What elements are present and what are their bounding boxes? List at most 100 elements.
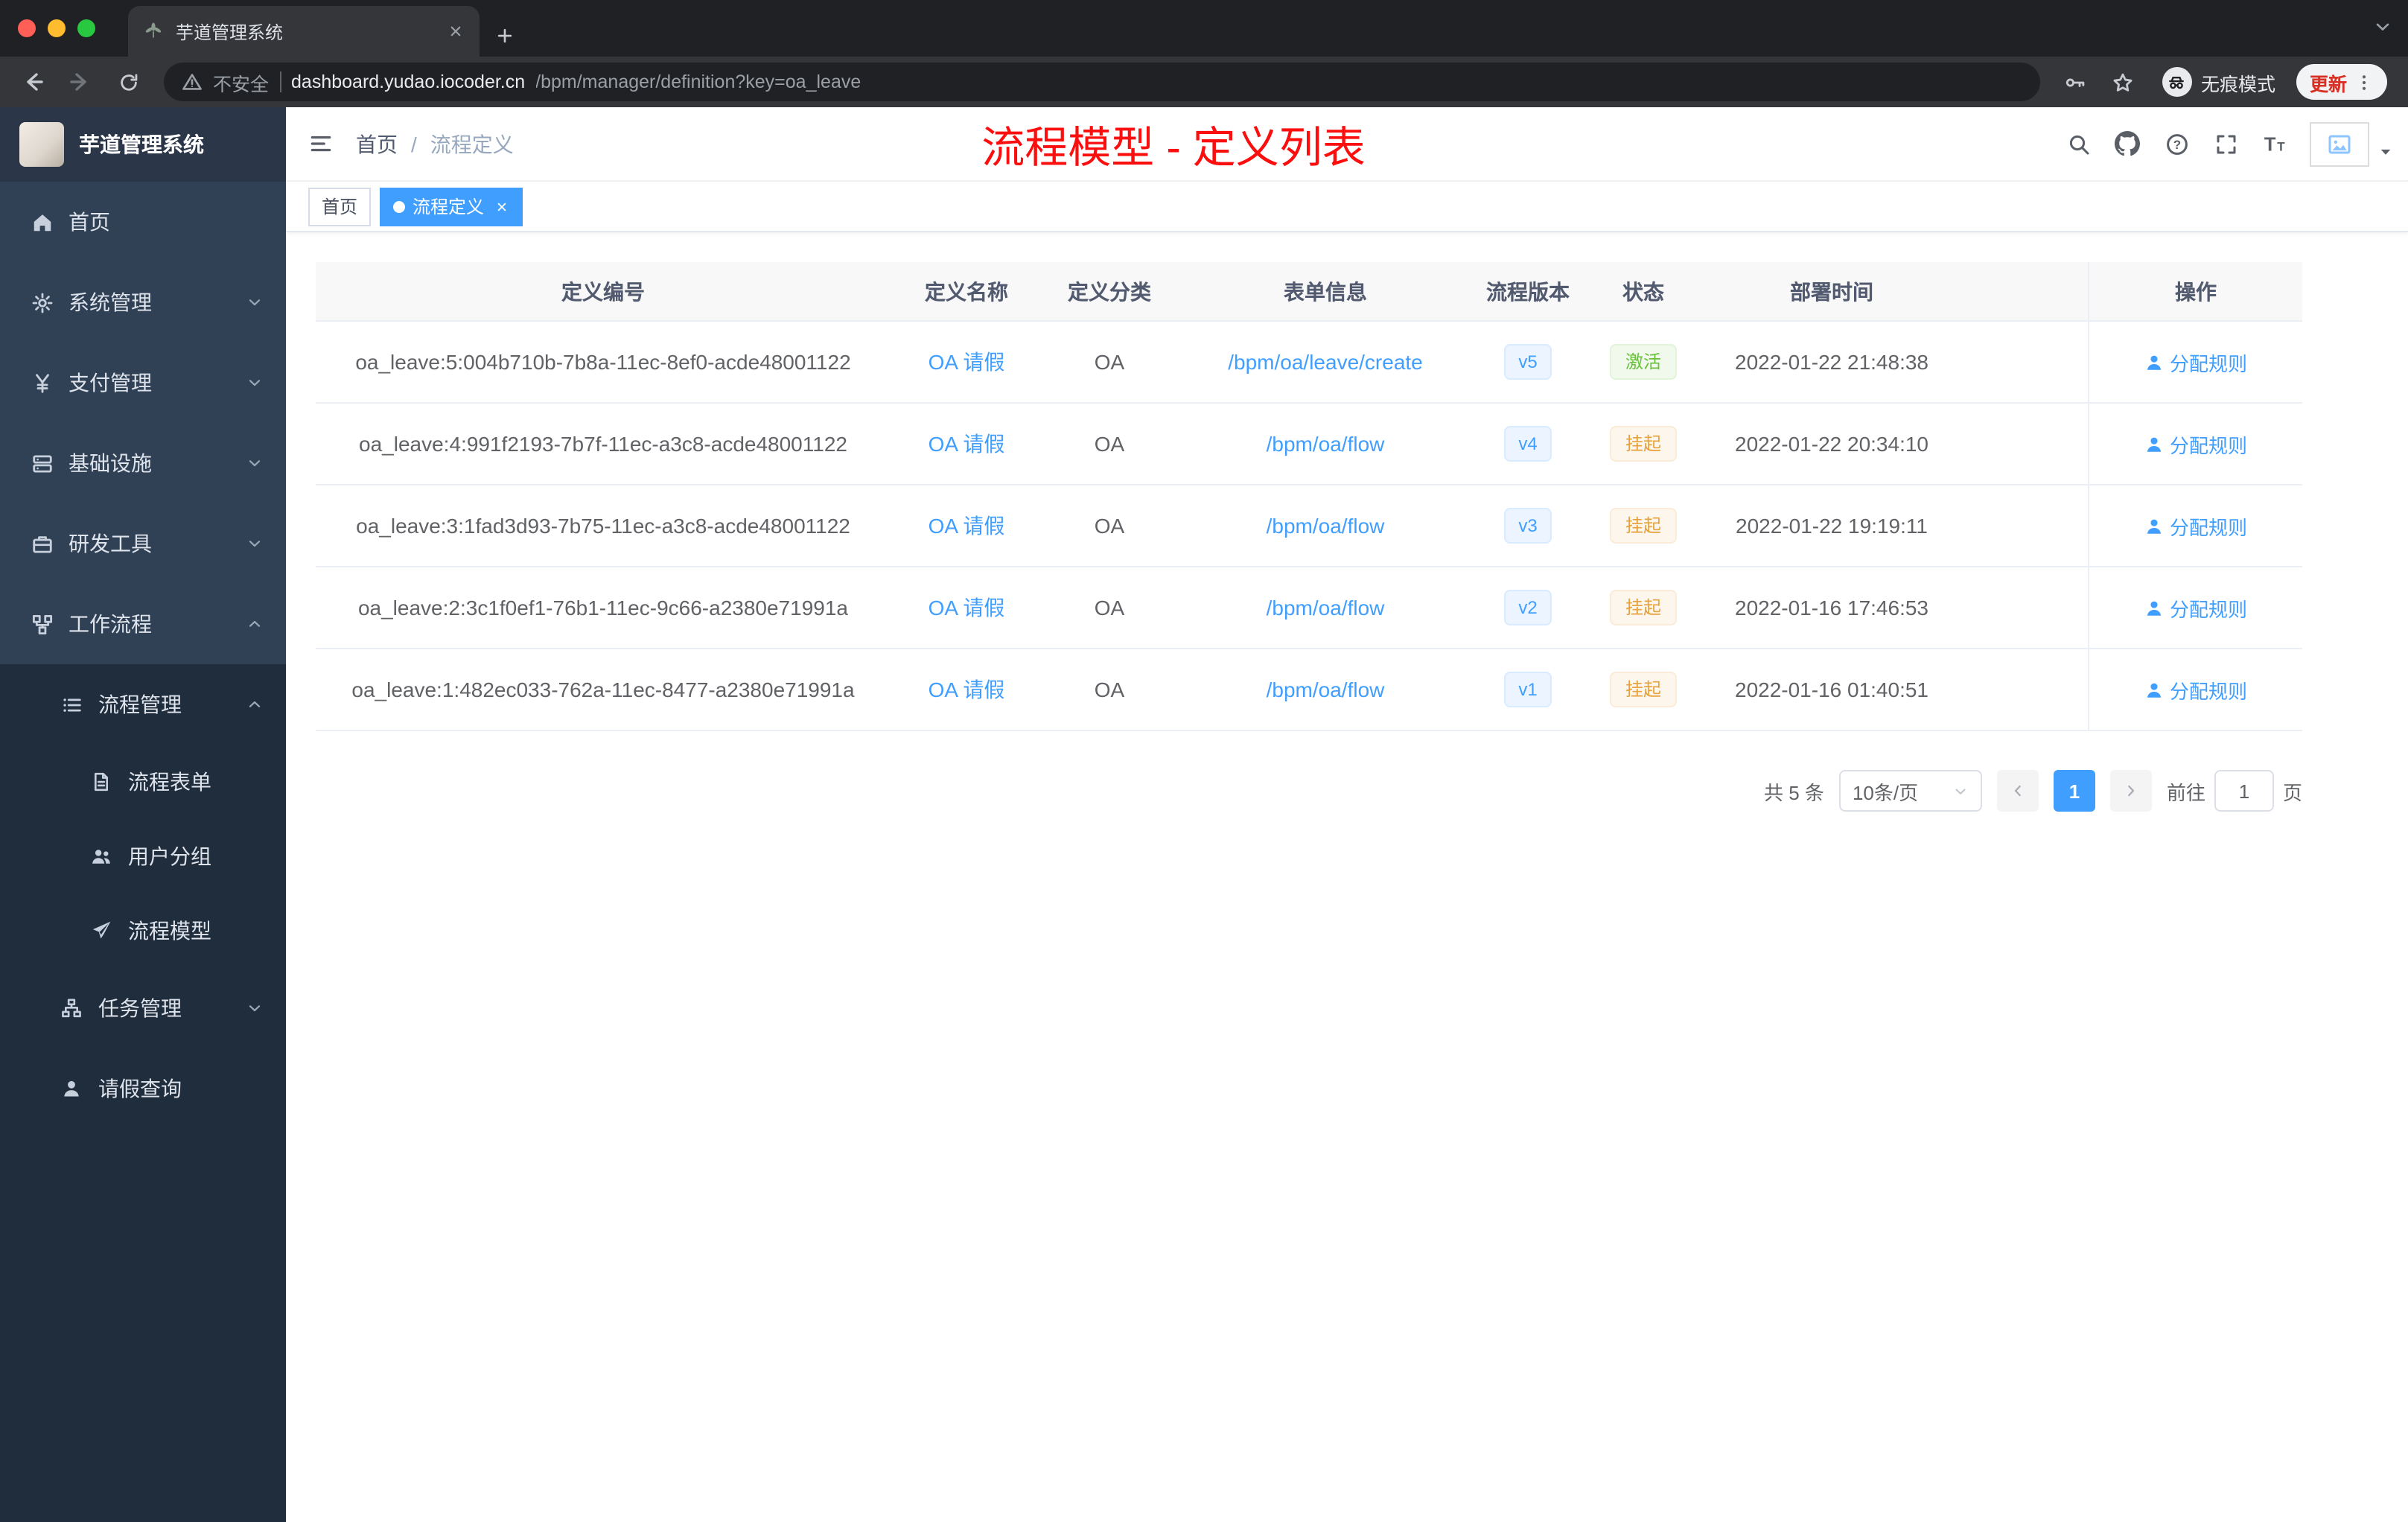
page-size-select[interactable]: 10条/页 xyxy=(1838,770,1982,812)
password-key-icon[interactable] xyxy=(2055,63,2097,101)
logo-title: 芋道管理系统 xyxy=(79,133,204,156)
definition-name-link[interactable]: OA 请假 xyxy=(929,678,1005,701)
window-close-button[interactable] xyxy=(18,19,36,37)
new-tab-button[interactable] xyxy=(494,25,515,46)
table-row: oa_leave:5:004b710b-7b8a-11ec-8ef0-acde4… xyxy=(316,322,2302,404)
tab-title: 芋道管理系统 xyxy=(176,22,284,42)
back-button[interactable] xyxy=(12,63,54,101)
tag-close-icon[interactable] xyxy=(494,199,509,214)
font-size-button[interactable]: TT xyxy=(2252,120,2298,168)
navbar-tools: ? TT xyxy=(2055,120,2408,168)
assign-rule-button[interactable]: 分配规则 xyxy=(2144,430,2247,458)
form-info-link[interactable]: /bpm/oa/flow xyxy=(1267,596,1385,620)
sidebar-item-process-management[interactable]: 流程管理 xyxy=(0,664,286,745)
sidebar-item-system-management[interactable]: 系统管理 xyxy=(0,262,286,343)
table-body: oa_leave:5:004b710b-7b8a-11ec-8ef0-acde4… xyxy=(316,322,2302,731)
definition-name-link[interactable]: OA 请假 xyxy=(929,596,1005,620)
sidebar-item-workflow[interactable]: 工作流程 xyxy=(0,584,286,664)
app-frame: 芋道管理系统 首页 系统管理 支付管理 基础设施 研发工具 工作流程 流程管理 … xyxy=(0,107,2408,1522)
sidebar-item-label: 流程表单 xyxy=(128,770,211,794)
assign-rule-button[interactable]: 分配规则 xyxy=(2144,675,2247,704)
definition-name-link[interactable]: OA 请假 xyxy=(929,514,1005,538)
column-header-operation: 操作 xyxy=(2088,262,2302,322)
github-button[interactable] xyxy=(2104,120,2150,168)
address-bar[interactable]: 不安全 dashboard.yudao.iocoder.cn/bpm/manag… xyxy=(164,63,2040,101)
tag-home[interactable]: 首页 xyxy=(308,187,372,226)
forward-button[interactable] xyxy=(60,63,101,101)
form-info-link[interactable]: /bpm/oa/flow xyxy=(1267,678,1385,701)
sidebar-item-label: 支付管理 xyxy=(69,371,152,395)
page-goto-input[interactable] xyxy=(2214,770,2274,812)
browser-tab-strip: 芋道管理系统 xyxy=(0,0,2408,57)
status-tag: 激活 xyxy=(1610,344,1676,380)
sidebar-item-task-management[interactable]: 任务管理 xyxy=(0,968,286,1048)
next-page-button[interactable] xyxy=(2109,770,2152,812)
form-info-link[interactable]: /bpm/oa/flow xyxy=(1267,514,1385,538)
browser-update-button[interactable]: 更新 xyxy=(2296,64,2387,100)
list-icon xyxy=(60,693,83,716)
sidebar-item-home[interactable]: 首页 xyxy=(0,182,286,262)
sidebar-item-process-model[interactable]: 流程模型 xyxy=(0,894,286,968)
breadcrumb-home[interactable]: 首页 xyxy=(356,129,398,159)
gear-icon xyxy=(30,291,54,313)
active-dot xyxy=(393,200,406,212)
favicon-leaf-icon xyxy=(145,22,162,38)
current-page-button[interactable]: 1 xyxy=(2053,770,2095,812)
window-controls xyxy=(0,0,113,57)
sidebar-item-dev-tools[interactable]: 研发工具 xyxy=(0,503,286,584)
breadcrumb-current: 流程定义 xyxy=(430,132,514,156)
help-button[interactable]: ? xyxy=(2153,120,2200,168)
assign-rule-button[interactable]: 分配规则 xyxy=(2144,593,2247,622)
sidebar-item-leave-query[interactable]: 请假查询 xyxy=(0,1048,286,1129)
caret-down-icon[interactable] xyxy=(2372,129,2393,159)
sidebar-item-label: 工作流程 xyxy=(69,612,152,636)
sidebar-item-payment-management[interactable]: 支付管理 xyxy=(0,343,286,423)
definition-category-cell: OA xyxy=(1042,567,1176,649)
reload-button[interactable] xyxy=(107,63,149,101)
window-minimize-button[interactable] xyxy=(48,19,66,37)
url-host: dashboard.yudao.iocoder.cn xyxy=(291,71,526,92)
browser-tab[interactable]: 芋道管理系统 xyxy=(128,6,480,57)
sidebar-item-infrastructure[interactable]: 基础设施 xyxy=(0,423,286,503)
sidebar-item-label: 首页 xyxy=(69,210,110,234)
window-zoom-button[interactable] xyxy=(77,19,95,37)
goto-page: 前往 页 xyxy=(2167,770,2302,812)
form-info-link[interactable]: /bpm/oa/leave/create xyxy=(1228,350,1423,374)
column-header-spacer xyxy=(1958,262,2088,322)
tab-close-icon[interactable] xyxy=(447,22,465,40)
prev-page-button[interactable] xyxy=(1996,770,2039,812)
column-header-process-version: 流程版本 xyxy=(1474,262,1582,322)
sidebar-item-user-group[interactable]: 用户分组 xyxy=(0,819,286,894)
column-header-form-info: 表单信息 xyxy=(1176,262,1474,322)
assign-rule-button[interactable]: 分配规则 xyxy=(2144,348,2247,376)
status-tag: 挂起 xyxy=(1610,426,1676,462)
definition-name-link[interactable]: OA 请假 xyxy=(929,350,1005,374)
tab-search-caret-icon[interactable] xyxy=(2372,16,2393,37)
tag-process-definition[interactable]: 流程定义 xyxy=(380,187,523,226)
search-button[interactable] xyxy=(2055,120,2101,168)
version-tag: v5 xyxy=(1503,344,1552,380)
incognito-icon xyxy=(2162,67,2192,97)
kebab-menu-icon[interactable] xyxy=(2354,72,2374,92)
incognito-indicator: 无痕模式 xyxy=(2150,67,2287,97)
fullscreen-button[interactable] xyxy=(2202,120,2249,168)
spacer-cell xyxy=(1958,485,2088,567)
assign-rule-button[interactable]: 分配规则 xyxy=(2144,512,2247,540)
bookmark-star-icon[interactable] xyxy=(2103,63,2144,101)
paper-plane-icon xyxy=(89,920,113,941)
avatar[interactable] xyxy=(2310,121,2369,166)
table-row: oa_leave:2:3c1f0ef1-76b1-11ec-9c66-a2380… xyxy=(316,567,2302,649)
definition-category-cell: OA xyxy=(1042,485,1176,567)
sidebar-toggle-button[interactable] xyxy=(286,131,356,156)
sidebar-logo[interactable]: 芋道管理系统 xyxy=(0,107,286,182)
definition-name-link[interactable]: OA 请假 xyxy=(929,432,1005,456)
form-info-link[interactable]: /bpm/oa/flow xyxy=(1267,432,1385,456)
update-label: 更新 xyxy=(2309,74,2347,95)
tree-icon xyxy=(60,998,83,1019)
sidebar-item-process-form[interactable]: 流程表单 xyxy=(0,745,286,819)
user-icon xyxy=(60,1078,83,1099)
chevron-up-icon xyxy=(246,695,264,713)
breadcrumb: 首页 / 流程定义 xyxy=(356,129,514,159)
browser-toolbar: 不安全 dashboard.yudao.iocoder.cn/bpm/manag… xyxy=(0,57,2408,107)
url-path: /bpm/manager/definition?key=oa_leave xyxy=(535,71,861,92)
